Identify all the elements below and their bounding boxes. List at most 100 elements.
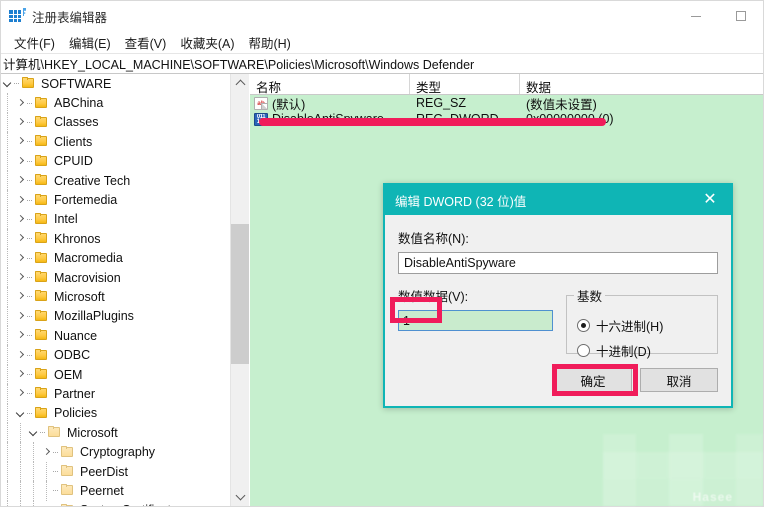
chevron-right-icon[interactable] [14,290,27,303]
registry-path: 计算机\HKEY_LOCAL_MACHINE\SOFTWARE\Policies… [3,54,474,73]
tree-item-systemcertificates[interactable]: SystemCertificates [1,501,230,506]
chevron-down-icon [236,491,246,501]
menu-help[interactable]: 帮助(H) [241,31,297,54]
folder-icon [34,310,49,323]
tree-connector [53,465,60,478]
close-icon[interactable]: ✕ [689,185,731,215]
chevron-right-icon[interactable] [40,446,53,459]
tree-item-cryptography[interactable]: Cryptography [1,442,230,461]
folder-icon [34,213,49,226]
watermark-mosaic [603,434,763,506]
chevron-down-icon[interactable] [27,426,40,439]
tree-item-label: Macromedia [52,250,126,266]
chevron-right-icon[interactable] [40,504,53,506]
chevron-right-icon[interactable] [14,232,27,245]
chevron-right-icon[interactable] [14,97,27,110]
minimize-button[interactable] [673,1,718,31]
tree-item-label: Creative Tech [52,173,133,189]
tree-item-intel[interactable]: Intel [1,210,230,229]
menu-favorites[interactable]: 收藏夹(A) [173,31,241,54]
tree-guide-line [1,287,14,306]
tree-item-label: ABChina [52,95,106,111]
radio-hexadecimal[interactable]: 十六进制(H) [577,316,709,335]
radio-hexadecimal-icon [577,319,590,332]
tree-item-abchina[interactable]: ABChina [1,93,230,112]
tree-connector [27,213,34,226]
tree-item-macrovision[interactable]: Macrovision [1,268,230,287]
tree-item-peernet[interactable]: Peernet [1,481,230,500]
tree-item-microsoft[interactable]: Microsoft [1,423,230,442]
scrollbar-thumb[interactable] [231,224,250,364]
tree-item-label: Khronos [52,231,104,247]
value-data-input[interactable] [398,310,553,331]
chevron-right-icon[interactable] [14,271,27,284]
chevron-right-icon[interactable] [14,349,27,362]
value-data-column: 数值数据(V): [398,286,556,354]
column-header-data[interactable]: 数据 [520,74,763,94]
chevron-right-icon[interactable] [14,368,27,381]
chevron-right-icon[interactable] [14,135,27,148]
folder-icon [34,407,49,420]
address-bar[interactable]: 计算机\HKEY_LOCAL_MACHINE\SOFTWARE\Policies… [1,53,763,74]
tree-guide-line [14,423,27,442]
column-header-type[interactable]: 类型 [410,74,520,94]
chevron-right-icon[interactable] [14,155,27,168]
tree-item-software[interactable]: SOFTWARE [1,74,230,93]
tree-item-classes[interactable]: Classes [1,113,230,132]
tree-item-oem[interactable]: OEM [1,365,230,384]
string-value-icon: ab [254,97,268,110]
dialog-lower-row: 数值数据(V): 基数 十六进制(H) 十进制(D) [398,286,718,354]
table-row[interactable]: 011100 DisableAntiSpyware REG_DWORD 0x00… [250,111,763,127]
chevron-right-icon[interactable] [14,252,27,265]
tree-item-khronos[interactable]: Khronos [1,229,230,248]
tree-item-policies[interactable]: Policies [1,404,230,423]
tree-item-cpuid[interactable]: CPUID [1,152,230,171]
tree-connector [27,232,34,245]
tree-item-label: Policies [52,405,100,421]
value-name-input[interactable] [398,252,718,274]
tree-item-creative-tech[interactable]: Creative Tech [1,171,230,190]
table-row[interactable]: ab (默认) REG_SZ (数值未设置) [250,95,763,111]
tree-item-nuance[interactable]: Nuance [1,326,230,345]
radio-decimal[interactable]: 十进制(D) [577,341,709,360]
folder-icon [60,484,75,497]
column-header-name[interactable]: 名称 [250,74,410,94]
menu-view[interactable]: 查看(V) [118,31,174,54]
tree-item-macromedia[interactable]: Macromedia [1,249,230,268]
tree-guide-line [1,384,14,403]
tree-item-partner[interactable]: Partner [1,384,230,403]
tree-guide-line [1,481,14,500]
menu-edit[interactable]: 编辑(E) [62,31,118,54]
value-name-text: (默认) [272,94,305,113]
chevron-right-icon[interactable] [14,194,27,207]
tree-item-microsoft[interactable]: Microsoft [1,287,230,306]
chevron-down-icon[interactable] [1,77,14,90]
tree-item-mozillaplugins[interactable]: MozillaPlugins [1,307,230,326]
tree-guide-line [40,481,53,500]
chevron-right-icon[interactable] [14,310,27,323]
folder-icon [34,387,49,400]
tree-item-peerdist[interactable]: PeerDist [1,462,230,481]
chevron-right-icon[interactable] [14,116,27,129]
tree-guide-line [1,423,14,442]
tree-item-odbc[interactable]: ODBC [1,345,230,364]
tree-item-fortemedia[interactable]: Fortemedia [1,190,230,209]
chevron-down-icon[interactable] [14,407,27,420]
tree-guide-line [40,462,53,481]
scroll-up-button[interactable] [231,74,250,92]
ok-button[interactable]: 确定 [554,368,632,392]
chevron-right-icon[interactable] [14,329,27,342]
chevron-right-icon[interactable] [14,174,27,187]
maximize-button[interactable] [718,1,763,31]
menu-file[interactable]: 文件(F) [7,31,62,54]
chevron-right-icon[interactable] [14,213,27,226]
tree-guide-line [1,249,14,268]
tree-vertical-scrollbar[interactable] [230,74,249,506]
scroll-down-button[interactable] [231,488,250,506]
tree-item-label: Microsoft [65,425,121,441]
value-name-cell: ab (默认) [250,94,410,113]
cancel-button[interactable]: 取消 [640,368,718,392]
chevron-right-icon[interactable] [14,387,27,400]
tree-connector [27,329,34,342]
tree-item-clients[interactable]: Clients [1,132,230,151]
